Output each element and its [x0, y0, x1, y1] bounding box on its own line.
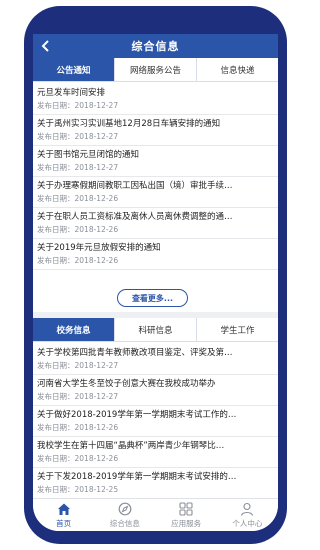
nav-info[interactable]: 综合信息	[94, 499, 155, 531]
chevron-left-icon	[41, 40, 49, 52]
grid-icon	[179, 501, 193, 516]
item-title: 我校学生在第十四届“晶典杯”两岸青少年钢琴比…	[37, 441, 225, 451]
list-item[interactable]: 元旦发车时间安排 发布日期：2018-12-27	[33, 84, 278, 115]
item-title: 关于办理寒假期间教职工因私出国（境）审批手续…	[37, 181, 233, 191]
app-screen: 综合信息 公告通知 网络服务公告 信息快递 元旦发车时间安排 发布日期：2018…	[33, 34, 278, 531]
list-item[interactable]: 关于办理寒假期间教职工因私出国（境）审批手续… 发布日期：2018-12-26	[33, 177, 278, 208]
tab-student-work[interactable]: 学生工作	[197, 318, 278, 341]
tab-school-affairs[interactable]: 校务信息	[33, 318, 115, 341]
item-date: 发布日期：2018-12-27	[37, 163, 119, 172]
page-title: 综合信息	[131, 40, 180, 53]
nav-label: 综合信息	[109, 518, 140, 528]
item-date: 发布日期：2018-12-27	[37, 101, 119, 110]
nav-profile[interactable]: 个人中心	[217, 499, 278, 531]
nav-label: 首页	[56, 518, 72, 528]
item-date: 发布日期：2018-12-26	[37, 454, 119, 463]
item-date: 发布日期：2018-12-27	[37, 132, 119, 141]
nav-home[interactable]: 首页	[33, 499, 94, 531]
view-more-button[interactable]: 查看更多...	[117, 289, 188, 307]
notice-tabs: 公告通知 网络服务公告 信息快递	[33, 58, 278, 82]
item-date: 发布日期：2018-12-26	[37, 256, 119, 265]
item-title: 关于图书馆元旦闭馆的通知	[37, 150, 140, 160]
affairs-list: 关于学校第四批青年教师教改项目鉴定、评奖及第… 发布日期：2018-12-27 …	[33, 344, 278, 499]
list-item[interactable]: 关于做好2018-2019学年第一学期期末考试工作的… 发布日期：2018-12…	[33, 406, 278, 437]
item-title: 河南省大学生冬至饺子创意大赛在我校成功举办	[37, 379, 216, 389]
tab-announcements[interactable]: 公告通知	[33, 58, 115, 81]
item-date: 发布日期：2018-12-26	[37, 194, 119, 203]
list-item[interactable]: 关于2019年元旦放假安排的通知 发布日期：2018-12-26	[33, 239, 278, 270]
notice-list: 元旦发车时间安排 发布日期：2018-12-27 关于禹州实习实训基地12月28…	[33, 84, 278, 270]
tab-express-info[interactable]: 信息快递	[197, 58, 278, 81]
item-title: 关于学校第四批青年教师教改项目鉴定、评奖及第…	[37, 348, 233, 358]
nav-label: 个人中心	[232, 518, 263, 528]
list-item[interactable]: 关于图书馆元旦闭馆的通知 发布日期：2018-12-27	[33, 146, 278, 177]
list-item[interactable]: 关于学校第四批青年教师教改项目鉴定、评奖及第… 发布日期：2018-12-27	[33, 344, 278, 375]
affairs-tabs: 校务信息 科研信息 学生工作	[33, 318, 278, 342]
home-icon	[57, 503, 70, 515]
item-date: 发布日期：2018-12-26	[37, 225, 119, 234]
bottom-navigation: 首页 综合信息 应用服务 个人中心	[33, 498, 278, 531]
back-button[interactable]	[41, 37, 55, 55]
item-title: 关于做好2018-2019学年第一学期期末考试工作的…	[37, 410, 237, 420]
item-title: 关于禹州实习实训基地12月28日车辆安排的通知	[37, 119, 221, 129]
item-title: 元旦发车时间安排	[37, 88, 106, 98]
item-date: 发布日期：2018-12-27	[37, 361, 119, 370]
user-icon	[241, 502, 254, 516]
compass-icon	[118, 502, 132, 515]
item-date: 发布日期：2018-12-27	[37, 392, 119, 401]
nav-label: 应用服务	[171, 518, 202, 528]
item-title: 关于下发2018-2019学年第一学期期末考试安排的…	[37, 472, 237, 482]
list-item[interactable]: 关于在职人员工资标准及离休人员离休费调整的通… 发布日期：2018-12-26	[33, 208, 278, 239]
list-item[interactable]: 关于下发2018-2019学年第一学期期末考试安排的… 发布日期：2018-12…	[33, 468, 278, 499]
top-bar: 综合信息	[33, 34, 278, 58]
item-title: 关于在职人员工资标准及离休人员离休费调整的通…	[37, 212, 233, 222]
item-title: 关于2019年元旦放假安排的通知	[37, 243, 161, 253]
tab-research[interactable]: 科研信息	[115, 318, 197, 341]
item-date: 发布日期：2018-12-25	[37, 485, 119, 494]
tab-network-service[interactable]: 网络服务公告	[115, 58, 197, 81]
item-date: 发布日期：2018-12-26	[37, 423, 119, 432]
list-item[interactable]: 关于禹州实习实训基地12月28日车辆安排的通知 发布日期：2018-12-27	[33, 115, 278, 146]
nav-services[interactable]: 应用服务	[156, 499, 217, 531]
list-item[interactable]: 我校学生在第十四届“晶典杯”两岸青少年钢琴比… 发布日期：2018-12-26	[33, 437, 278, 468]
list-item[interactable]: 河南省大学生冬至饺子创意大赛在我校成功举办 发布日期：2018-12-27	[33, 375, 278, 406]
